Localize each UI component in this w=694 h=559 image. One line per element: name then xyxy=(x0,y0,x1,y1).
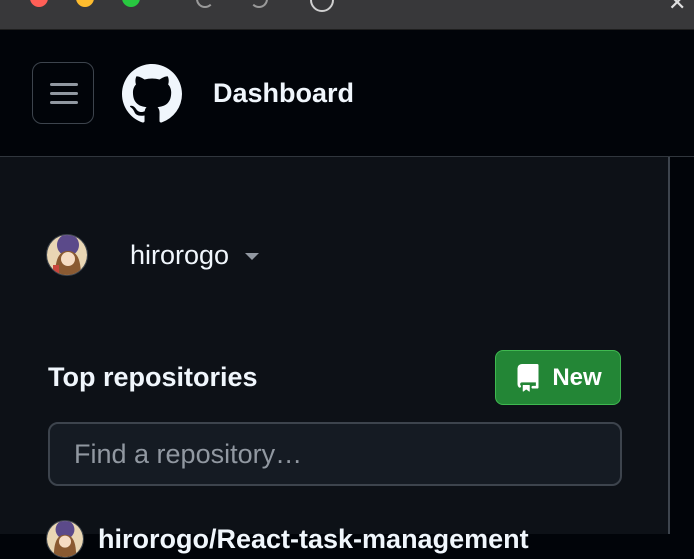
hamburger-icon-line xyxy=(50,83,78,86)
user-avatar xyxy=(46,234,88,276)
app-header: Dashboard xyxy=(0,30,694,157)
dashboard-sidebar: hirorogo Top repositories New hirorogo/R… xyxy=(0,157,670,558)
window-close-control[interactable] xyxy=(30,0,48,7)
find-repository-input[interactable] xyxy=(48,422,622,486)
account-username: hirorogo xyxy=(130,239,230,270)
browser-tab-close-icon[interactable]: ✕ xyxy=(668,0,686,14)
top-repositories-heading: Top repositories xyxy=(48,362,258,392)
browser-chrome: ✕ xyxy=(0,0,694,30)
hamburger-icon-line xyxy=(50,92,78,95)
window-zoom-control[interactable] xyxy=(122,0,140,7)
hamburger-menu-button[interactable] xyxy=(32,62,94,124)
repository-link[interactable]: hirorogo/React-task-management xyxy=(98,524,529,555)
page-title: Dashboard xyxy=(213,78,355,108)
window-minimize-control[interactable] xyxy=(76,0,94,7)
main-content-edge xyxy=(672,157,694,534)
browser-back-icon[interactable] xyxy=(196,0,214,8)
caret-down-icon[interactable] xyxy=(245,253,260,260)
new-repository-button[interactable]: New xyxy=(495,350,621,405)
hamburger-icon-line xyxy=(50,101,78,104)
repository-list-item[interactable]: hirorogo/React-task-management xyxy=(46,519,529,559)
account-switcher[interactable]: hirorogo xyxy=(46,233,260,277)
repo-icon xyxy=(517,363,539,392)
github-octocat-icon[interactable] xyxy=(122,64,182,124)
new-button-label: New xyxy=(552,363,602,391)
browser-reload-icon[interactable] xyxy=(310,0,334,12)
browser-forward-icon[interactable] xyxy=(250,0,268,8)
repository-owner-avatar xyxy=(46,520,84,558)
